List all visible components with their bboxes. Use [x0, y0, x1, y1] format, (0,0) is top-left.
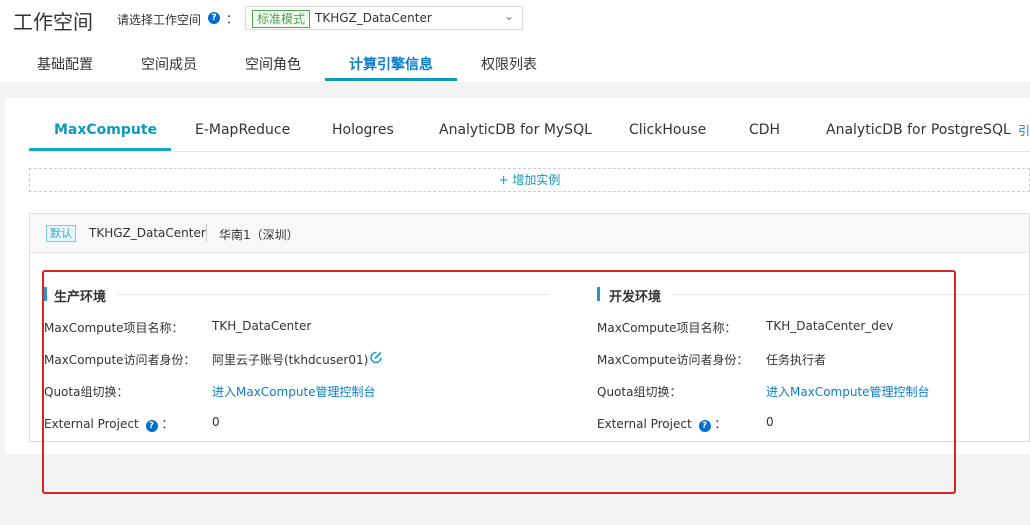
- chevron-down-icon: ⌄: [503, 9, 514, 23]
- active-tab-indicator: [325, 78, 457, 81]
- tab-compute-engine[interactable]: 计算引擎信息: [349, 54, 433, 74]
- engine-tab-adb-postgresql[interactable]: AnalyticDB for PostgreSQL: [826, 122, 1011, 138]
- help-icon[interactable]: ?: [208, 12, 220, 24]
- engine-tab-indicator: [29, 148, 171, 151]
- engine-tab-cdh[interactable]: CDH: [749, 122, 780, 138]
- tab-basic-config[interactable]: 基础配置: [37, 54, 93, 74]
- workspace-select[interactable]: 标准模式 TKHGZ_DataCenter ⌄: [245, 6, 523, 30]
- label-colon: ：: [226, 12, 239, 26]
- instance-region: 华南1（深圳）: [219, 228, 299, 242]
- add-instance-button[interactable]: + 增加实例: [29, 168, 1030, 192]
- engine-tab-emapreduce[interactable]: E-MapReduce: [195, 122, 290, 138]
- engine-tab-clickhouse[interactable]: ClickHouse: [629, 122, 706, 138]
- tab-divider: [29, 151, 1030, 152]
- tab-members[interactable]: 空间成员: [141, 54, 197, 74]
- engine-tab-hologres[interactable]: Hologres: [332, 122, 394, 138]
- page-title: 工作空间: [13, 10, 93, 34]
- instance-workspace: TKHGZ_DataCenter: [89, 226, 206, 240]
- engine-tab-overflow[interactable]: 引: [1018, 122, 1030, 139]
- tab-permissions[interactable]: 权限列表: [481, 54, 537, 74]
- default-badge: 默认: [46, 225, 76, 242]
- mode-badge: 标准模式: [252, 10, 311, 28]
- highlight-annotation-box: [42, 270, 956, 494]
- workspace-name: TKHGZ_DataCenter: [315, 11, 432, 25]
- instance-card-header: 默认 TKHGZ_DataCenter 华南1（深圳）: [30, 214, 1029, 253]
- workspace-select-label: 请选择工作空间: [117, 13, 202, 27]
- divider: [206, 224, 207, 242]
- engine-tab-maxcompute[interactable]: MaxCompute: [54, 122, 157, 138]
- top-bar: 工作空间 请选择工作空间 ? ： 标准模式 TKHGZ_DataCenter ⌄…: [0, 0, 1030, 82]
- tab-roles[interactable]: 空间角色: [245, 54, 301, 74]
- engine-tab-adb-mysql[interactable]: AnalyticDB for MySQL: [439, 122, 592, 138]
